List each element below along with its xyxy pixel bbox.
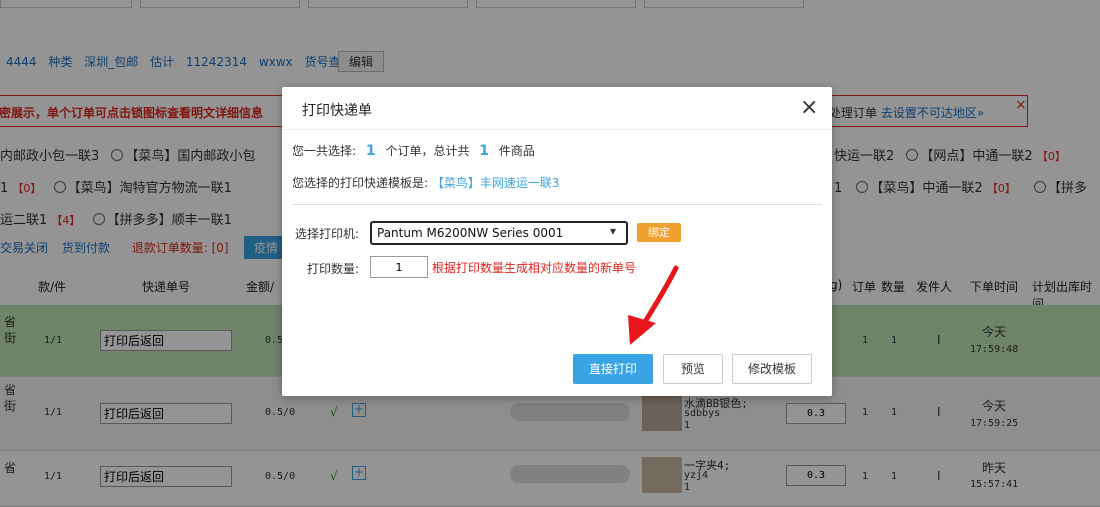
annotation-arrow-icon — [628, 265, 679, 345]
